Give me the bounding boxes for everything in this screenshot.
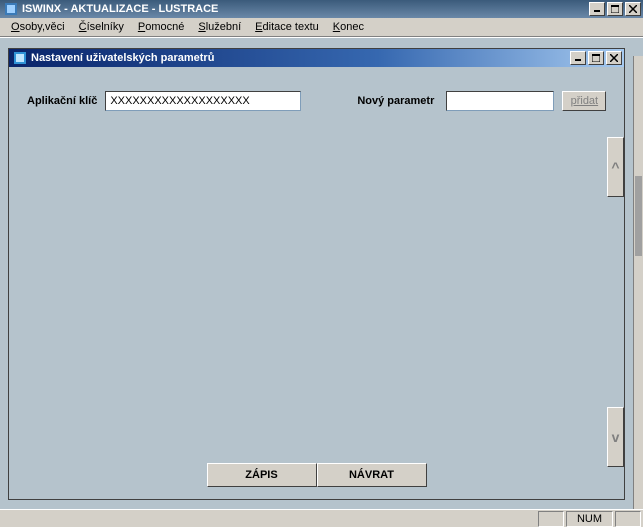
form-row: Aplikační klíč Nový parametr přidat [27,91,612,111]
settings-window-icon [13,51,27,65]
minimize-button[interactable] [589,2,605,16]
status-cell-empty-1 [538,511,564,527]
navrat-button[interactable]: NÁVRAT [317,463,427,487]
chevron-down-icon: v [612,429,620,445]
settings-titlebar: Nastavení uživatelských parametrů [9,49,624,67]
new-param-input[interactable] [446,91,554,111]
menu-bar: Osoby,věci Číselníky Pomocné Služební Ed… [0,18,643,37]
menu-sluzebni[interactable]: Služební [191,19,248,35]
mdi-client-area: Nastavení uživatelských parametrů Aplika… [0,37,643,509]
menu-osoby-veci[interactable]: Osoby,věci [4,19,72,35]
menu-pomocne[interactable]: Pomocné [131,19,191,35]
scrollbar-thumb[interactable] [635,176,642,256]
pridat-button[interactable]: přidat [562,91,606,111]
settings-body: Aplikační klíč Nový parametr přidat ^ v … [9,67,624,499]
app-key-input[interactable] [105,91,301,111]
menu-konec[interactable]: Konec [326,19,371,35]
status-bar: NUM [0,509,643,527]
settings-minimize-button[interactable] [570,51,586,65]
menu-ciselniky[interactable]: Číselníky [72,19,131,35]
settings-close-button[interactable] [606,51,622,65]
bottom-button-row: ZÁPIS NÁVRAT [9,463,624,487]
app-icon [4,2,18,16]
settings-window: Nastavení uživatelských parametrů Aplika… [8,48,625,500]
new-param-label: Nový parametr [357,95,434,107]
status-cell-empty-2 [615,511,641,527]
scroll-up-button[interactable]: ^ [607,137,624,197]
status-num: NUM [566,511,613,527]
settings-title: Nastavení uživatelských parametrů [31,52,214,64]
app-titlebar: ISWINX - AKTUALIZACE - LUSTRACE [0,0,643,18]
chevron-up-icon: ^ [611,159,619,175]
app-title: ISWINX - AKTUALIZACE - LUSTRACE [22,3,218,15]
close-button[interactable] [625,2,641,16]
scroll-down-button[interactable]: v [607,407,624,467]
zapis-button[interactable]: ZÁPIS [207,463,317,487]
menu-editace-textu[interactable]: Editace textu [248,19,326,35]
outer-vertical-scrollbar[interactable] [633,56,643,509]
maximize-button[interactable] [607,2,623,16]
settings-maximize-button[interactable] [588,51,604,65]
app-key-label: Aplikační klíč [27,95,97,107]
